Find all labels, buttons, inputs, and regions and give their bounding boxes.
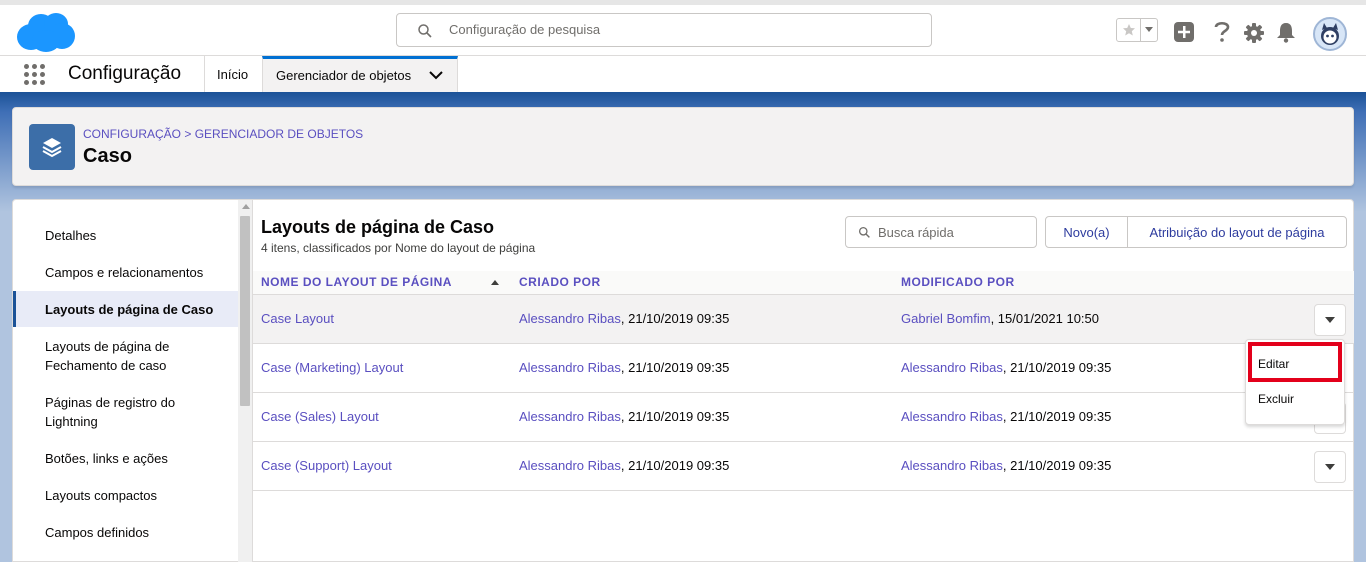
app-name: Configuração: [68, 63, 182, 84]
search-icon: [418, 24, 432, 38]
chevron-down-icon: [1325, 316, 1335, 323]
scroll-up-arrow-icon[interactable]: [242, 204, 250, 209]
breadcrumb-separator: >: [181, 127, 195, 141]
list-subtitle: 4 itens, classificados por Nome do layou…: [261, 241, 536, 255]
layout-name-link[interactable]: Case (Sales) Layout: [261, 409, 379, 424]
modified-by-link[interactable]: Gabriel Bomfim: [901, 311, 991, 326]
sidebar-item-label: Detalhes: [45, 228, 97, 243]
created-at: , 21/10/2019 09:35: [620, 458, 730, 473]
search-icon: [858, 226, 870, 238]
tab-label: Gerenciador de objetos: [276, 68, 412, 83]
scroll-thumb[interactable]: [240, 216, 250, 406]
row-actions-button[interactable]: [1314, 451, 1346, 483]
sidebar-item-label: Campos definidos: [45, 525, 150, 540]
global-search-input[interactable]: Configuração de pesquisa: [396, 13, 932, 47]
list-content: Layouts de página de Caso 4 itens, class…: [253, 200, 1354, 562]
sidebar-item-layouts-fechamento[interactable]: Layouts de página de Fechamento de caso: [13, 337, 193, 375]
table-row: Case (Sales) Layout Alessandro Ribas, 21…: [253, 393, 1354, 442]
sidebar-item-campos-definidos[interactable]: Campos definidos: [13, 523, 238, 542]
layout-name-link[interactable]: Case (Support) Layout: [261, 458, 392, 473]
layout-name-link[interactable]: Case (Marketing) Layout: [261, 360, 403, 375]
table-row: Case (Support) Layout Alessandro Ribas, …: [253, 442, 1354, 491]
new-button[interactable]: Novo(a): [1046, 217, 1128, 247]
highlight-box: [1248, 342, 1342, 382]
column-header-modified-by[interactable]: MODIFICADO POR: [901, 275, 1015, 289]
sidebar-item-campos[interactable]: Campos e relacionamentos: [13, 263, 238, 282]
page-layout-assignment-button[interactable]: Atribuição do layout de página: [1128, 217, 1346, 247]
created-by-link[interactable]: Alessandro Ribas: [519, 409, 621, 424]
tab-gerenciador-de-objetos[interactable]: Gerenciador de objetos: [262, 56, 458, 92]
object-sidebar: Detalhes Campos e relacionamentos Layout…: [13, 200, 238, 562]
sidebar-item-label: Layouts de página de Fechamento de caso: [45, 339, 170, 373]
object-layers-icon: [29, 124, 75, 170]
app-navigation-bar: Configuração Início Gerenciador de objet…: [0, 56, 1366, 92]
help-icon[interactable]: [1211, 21, 1233, 43]
column-header-name[interactable]: NOME DO LAYOUT DE PÁGINA: [261, 275, 452, 289]
sidebar-scrollbar[interactable]: [238, 200, 253, 562]
quick-find-input[interactable]: Busca rápida: [845, 216, 1037, 248]
sidebar-item-layouts-compactos[interactable]: Layouts compactos: [13, 486, 238, 505]
sidebar-item-detalhes[interactable]: Detalhes: [13, 226, 238, 245]
created-by-link[interactable]: Alessandro Ribas: [519, 458, 621, 473]
created-by-link[interactable]: Alessandro Ribas: [519, 311, 621, 326]
tab-inicio[interactable]: Início: [204, 56, 262, 92]
created-at: , 21/10/2019 09:35: [620, 360, 730, 375]
star-icon[interactable]: [1117, 19, 1141, 41]
row-actions-button[interactable]: [1314, 304, 1346, 336]
quick-find-placeholder: Busca rápida: [878, 225, 954, 240]
page-title: Caso: [83, 145, 132, 167]
breadcrumb-configuracao[interactable]: CONFIGURAÇÃO: [83, 127, 181, 141]
table-row: Case (Marketing) Layout Alessandro Ribas…: [253, 344, 1354, 393]
sidebar-item-label: Botões, links e ações: [45, 451, 168, 466]
tab-label: Início: [217, 66, 249, 82]
sidebar-item-label: Páginas de registro do Lightning: [45, 395, 176, 429]
sidebar-item-label: Layouts compactos: [45, 488, 158, 503]
column-header-created-by[interactable]: CRIADO POR: [519, 275, 601, 289]
layout-name-link[interactable]: Case Layout: [261, 311, 334, 326]
created-by-link[interactable]: Alessandro Ribas: [519, 360, 621, 375]
list-title: Layouts de página de Caso: [261, 217, 495, 237]
global-header: Configuração de pesquisa: [0, 0, 1366, 56]
modified-by-link[interactable]: Alessandro Ribas: [901, 360, 1003, 375]
list-actions: Novo(a) Atribuição do layout de página: [1045, 216, 1347, 248]
modified-at: , 21/10/2019 09:35: [1002, 409, 1112, 424]
modified-by-link[interactable]: Alessandro Ribas: [901, 409, 1003, 424]
chevron-down-icon: [1325, 463, 1335, 470]
add-icon[interactable]: [1173, 21, 1195, 43]
menu-item-excluir[interactable]: Excluir: [1246, 392, 1344, 406]
table-header: NOME DO LAYOUT DE PÁGINA CRIADO POR MODI…: [253, 271, 1354, 295]
gear-icon[interactable]: [1243, 22, 1265, 44]
sidebar-item-layouts-de-pagina[interactable]: Layouts de página de Caso: [13, 291, 238, 327]
modified-by-link[interactable]: Alessandro Ribas: [901, 458, 1003, 473]
sidebar-item-paginas-lightning[interactable]: Páginas de registro do Lightning: [13, 393, 193, 431]
table-row: Case Layout Alessandro Ribas, 21/10/2019…: [253, 295, 1354, 344]
notifications-bell-icon[interactable]: [1275, 21, 1297, 43]
user-avatar[interactable]: [1313, 17, 1347, 51]
created-at: , 21/10/2019 09:35: [620, 311, 730, 326]
search-placeholder: Configuração de pesquisa: [449, 22, 601, 37]
app-launcher-icon[interactable]: [24, 64, 46, 86]
breadcrumb-gerenciador-de-objetos[interactable]: GERENCIADOR DE OBJETOS: [195, 127, 363, 141]
modified-at: , 21/10/2019 09:35: [1002, 360, 1112, 375]
sidebar-item-label: Layouts de página de Caso: [45, 301, 214, 317]
favorites-button-group[interactable]: [1116, 18, 1158, 42]
sidebar-item-botoes[interactable]: Botões, links e ações: [13, 449, 238, 468]
sort-ascending-icon[interactable]: [491, 280, 499, 285]
salesforce-logo[interactable]: [14, 10, 76, 54]
modified-at: , 15/01/2021 10:50: [990, 311, 1100, 326]
breadcrumb: CONFIGURAÇÃO > GERENCIADOR DE OBJETOS: [83, 127, 363, 141]
chevron-down-icon[interactable]: [429, 70, 443, 80]
page-header: CONFIGURAÇÃO > GERENCIADOR DE OBJETOS Ca…: [12, 107, 1354, 186]
modified-at: , 21/10/2019 09:35: [1002, 458, 1112, 473]
favorites-dropdown-icon[interactable]: [1141, 19, 1157, 41]
sidebar-item-label: Campos e relacionamentos: [45, 265, 204, 280]
created-at: , 21/10/2019 09:35: [620, 409, 730, 424]
body-card: Detalhes Campos e relacionamentos Layout…: [12, 199, 1354, 562]
